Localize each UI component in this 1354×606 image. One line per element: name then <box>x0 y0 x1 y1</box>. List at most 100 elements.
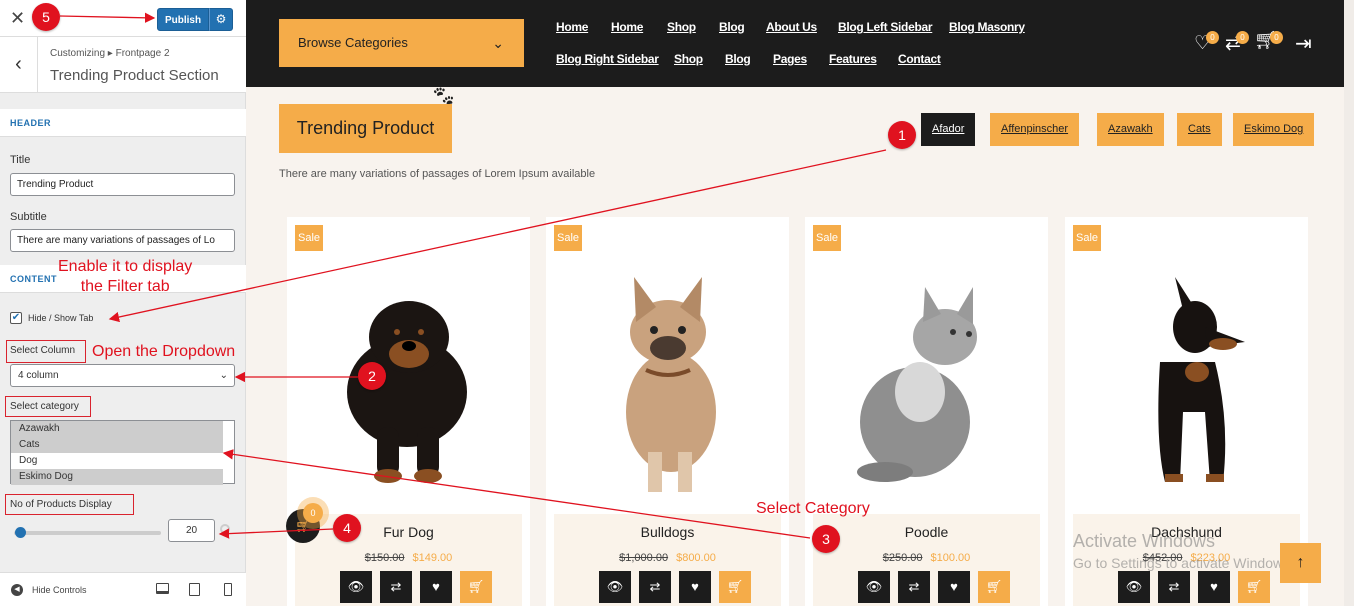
filter-tab-azawakh[interactable]: Azawakh <box>1097 113 1164 146</box>
activate-windows-watermark: Activate Windows <box>1073 531 1216 551</box>
nav-features[interactable]: Features <box>829 52 877 66</box>
product-card: Sale Bulldogs $1,000.00 $800.00 👁︎ ⇄ ♥ 🛒︎ <box>546 217 789 606</box>
nav-blog-left-sidebar[interactable]: Blog Left Sidebar <box>838 20 933 34</box>
hide-show-tab-checkbox[interactable]: ✔ <box>10 312 22 324</box>
cart-count-badge: 0 <box>1270 31 1283 44</box>
back-button[interactable]: ‹ <box>0 37 38 93</box>
logout-icon[interactable]: ⇥ <box>1295 31 1312 56</box>
filter-tab-cats[interactable]: Cats <box>1177 113 1222 146</box>
compare-icon[interactable]: ⇄ <box>639 571 671 603</box>
nav-blog-masonry[interactable]: Blog Masonry <box>949 20 1025 34</box>
hide-controls-icon[interactable]: ◀ <box>11 584 23 596</box>
nav-shop-2[interactable]: Shop <box>674 52 703 66</box>
filter-tab-eskimo-dog[interactable]: Eskimo Dog <box>1233 113 1315 146</box>
scroll-to-top-button[interactable]: ↑ <box>1280 543 1321 583</box>
category-multiselect[interactable]: Azawakh Cats Dog Eskimo Dog <box>10 420 235 485</box>
annotation-text-category: Select Category <box>756 500 870 517</box>
compare-icon[interactable]: ⇄ <box>380 571 412 603</box>
nav-home[interactable]: Home <box>556 20 588 34</box>
reset-icon[interactable] <box>220 524 230 534</box>
nav-blog-right-sidebar[interactable]: Blog Right Sidebar <box>556 52 659 66</box>
products-slider-track[interactable] <box>14 531 161 535</box>
nav-about-us[interactable]: About Us <box>766 20 817 34</box>
section-heading: Trending Product <box>279 104 452 153</box>
nav-pages[interactable]: Pages <box>773 52 807 66</box>
hide-show-tab-label: Hide / Show Tab <box>28 313 94 323</box>
close-icon[interactable]: ✕ <box>10 8 25 28</box>
old-price: $150.00 <box>364 552 405 564</box>
product-card: Sale Poodle $250.00 $100.00 👁︎ ⇄ ♥ 🛒︎ <box>805 217 1048 606</box>
products-slider-handle[interactable] <box>15 527 26 538</box>
nav-contact[interactable]: Contact <box>898 52 941 66</box>
desktop-preview-icon[interactable] <box>156 583 169 594</box>
column-select-value: 4 column <box>18 370 59 381</box>
wishlist-heart-icon[interactable]: ♥ <box>1198 571 1230 603</box>
category-option[interactable]: Azawakh <box>11 421 223 437</box>
product-card: Sale Fur Dog $150.00 $149.00 👁︎ ⇄ ♥ 🛒︎ <box>287 217 530 606</box>
annotation-box-select-column <box>6 340 86 363</box>
publish-button[interactable]: Publish <box>157 8 209 31</box>
product-info: Bulldogs $1,000.00 $800.00 👁︎ ⇄ ♥ 🛒︎ <box>554 514 781 606</box>
hide-controls-button[interactable]: Hide Controls <box>32 585 87 595</box>
product-prices: $150.00 $149.00 <box>295 552 522 564</box>
product-image[interactable] <box>327 252 490 507</box>
subtitle-input[interactable]: There are many variations of passages of… <box>10 229 235 252</box>
scrollbar[interactable] <box>1344 0 1354 606</box>
quick-view-eye-icon[interactable]: 👁︎ <box>599 571 631 603</box>
filter-tab-affenpinscher[interactable]: Affenpinscher <box>990 113 1080 146</box>
nav-home-2[interactable]: Home <box>611 20 643 34</box>
title-input[interactable]: Trending Product <box>10 173 235 196</box>
product-name[interactable]: Fur Dog <box>295 524 522 540</box>
product-prices: $1,000.00 $800.00 <box>554 552 781 564</box>
product-name[interactable]: Bulldogs <box>554 524 781 540</box>
wishlist-heart-icon[interactable]: ♥ <box>679 571 711 603</box>
nav-blog[interactable]: Blog <box>719 20 745 34</box>
product-actions: 👁︎ ⇄ ♥ 🛒︎ <box>340 571 492 603</box>
tablet-preview-icon[interactable] <box>189 583 200 596</box>
category-option[interactable]: Dog <box>11 453 223 469</box>
compare-icon[interactable]: ⇄ <box>898 571 930 603</box>
wishlist-heart-icon[interactable]: ♥ <box>938 571 970 603</box>
product-info: Fur Dog $150.00 $149.00 👁︎ ⇄ ♥ 🛒︎ <box>295 514 522 606</box>
add-to-cart-icon[interactable]: 🛒︎ <box>719 571 751 603</box>
section-subtitle: There are many variations of passages of… <box>279 168 596 180</box>
annotation-box-products-display <box>5 494 134 515</box>
product-image[interactable] <box>1105 252 1268 507</box>
sale-badge: Sale <box>813 225 841 251</box>
product-info: Poodle $250.00 $100.00 👁︎ ⇄ ♥ 🛒︎ <box>813 514 1040 606</box>
gear-icon[interactable]: ⚙ <box>209 8 233 31</box>
filter-tab-afador[interactable]: Afador <box>921 113 976 146</box>
nav-blog-2[interactable]: Blog <box>725 52 751 66</box>
product-image[interactable] <box>845 252 1008 507</box>
quick-view-eye-icon[interactable]: 👁︎ <box>1118 571 1150 603</box>
quick-view-eye-icon[interactable]: 👁︎ <box>858 571 890 603</box>
add-to-cart-icon[interactable]: 🛒︎ <box>1238 571 1270 603</box>
breadcrumb: Customizing ▸ Frontpage 2 <box>50 48 170 59</box>
annotation-box-select-category <box>5 396 91 417</box>
product-name[interactable]: Poodle <box>813 524 1040 540</box>
add-to-cart-icon[interactable]: 🛒︎ <box>460 571 492 603</box>
nav-shop[interactable]: Shop <box>667 20 696 34</box>
products-count-input[interactable]: 20 <box>168 519 215 542</box>
subtitle-label: Subtitle <box>10 211 47 223</box>
browse-categories-button[interactable]: Browse Categories ⌄ <box>279 19 524 67</box>
customizer-footer: ◀ Hide Controls <box>0 572 246 606</box>
compare-icon[interactable]: ⇄ <box>1158 571 1190 603</box>
sale-badge: Sale <box>554 225 582 251</box>
wishlist-count-badge: 0 <box>1206 31 1219 44</box>
activate-windows-hint: Go to Settings to activate Windows. <box>1073 555 1294 571</box>
product-prices: $250.00 $100.00 <box>813 552 1040 564</box>
product-image[interactable] <box>586 252 749 507</box>
wishlist-heart-icon[interactable]: ♥ <box>420 571 452 603</box>
old-price: $1,000.00 <box>619 552 669 564</box>
annotation-marker-1: 1 <box>888 121 916 149</box>
quick-view-eye-icon[interactable]: 👁︎ <box>340 571 372 603</box>
column-select[interactable]: 4 column ⌄ <box>10 364 235 387</box>
section-title: Trending Product Section <box>50 67 219 84</box>
add-to-cart-icon[interactable]: 🛒︎ <box>978 571 1010 603</box>
new-price: $149.00 <box>412 552 453 564</box>
category-option[interactable]: Eskimo Dog <box>11 469 223 485</box>
category-option[interactable]: Cats <box>11 437 223 453</box>
mobile-preview-icon[interactable] <box>224 583 232 596</box>
browse-categories-label: Browse Categories <box>298 35 408 50</box>
